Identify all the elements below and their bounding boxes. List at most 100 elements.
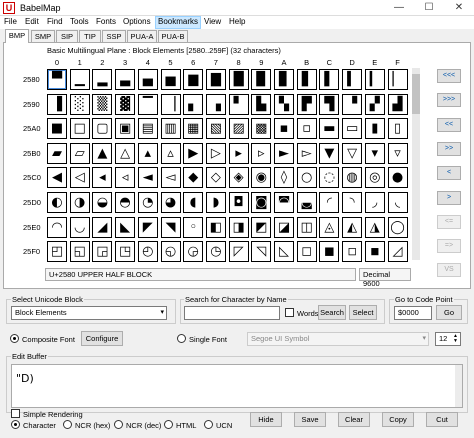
tab-ssp[interactable]: SSP — [102, 30, 126, 42]
font-size-spinner[interactable]: 12 ▲ ▼ — [435, 332, 461, 346]
character-cell[interactable]: ◊ — [274, 167, 294, 189]
character-cell[interactable]: ▬ — [319, 118, 340, 140]
character-cell[interactable]: ▮ — [364, 118, 385, 140]
character-cell[interactable]: ◇ — [205, 167, 226, 189]
character-cell[interactable]: ▜ — [319, 93, 340, 115]
simple-rendering-checkbox[interactable] — [11, 409, 20, 418]
character-cell[interactable]: ◑ — [69, 192, 90, 213]
character-cell[interactable]: ◬ — [319, 216, 340, 238]
character-cell[interactable]: ◰ — [47, 241, 67, 263]
configure-button[interactable]: Configure — [81, 331, 123, 346]
nav-button[interactable]: <= — [437, 214, 461, 229]
character-cell[interactable]: ▸ — [228, 142, 249, 164]
menu-help[interactable]: Help — [227, 17, 247, 26]
character-cell[interactable]: ◤ — [137, 216, 158, 238]
character-cell[interactable]: ▗ — [205, 93, 226, 115]
character-cell[interactable]: ◴ — [137, 241, 158, 263]
character-cell[interactable]: ▁ — [69, 69, 90, 90]
character-cell[interactable]: ◍ — [342, 167, 363, 189]
character-cell[interactable]: ◮ — [364, 216, 385, 238]
character-cell[interactable]: ◒ — [92, 192, 113, 213]
character-cell[interactable]: ▫ — [296, 118, 317, 140]
composite-font-radio[interactable] — [10, 334, 19, 343]
character-cell[interactable]: ▼ — [319, 142, 340, 164]
character-cell[interactable]: ◐ — [47, 192, 67, 213]
character-cell[interactable]: ◉ — [251, 167, 272, 189]
maximize-button[interactable]: ☐ — [414, 0, 444, 16]
character-cell[interactable]: ◞ — [364, 192, 385, 213]
character-cell[interactable]: ● — [387, 167, 408, 189]
output-html-radio[interactable] — [164, 420, 173, 429]
character-cell[interactable]: ▝ — [342, 93, 363, 115]
character-cell[interactable]: ◃ — [115, 167, 136, 189]
character-cell[interactable]: ▪ — [274, 118, 294, 140]
character-cell[interactable]: ▊ — [274, 69, 294, 90]
character-cell[interactable]: ◔ — [137, 192, 158, 213]
character-cell[interactable]: ◢ — [92, 216, 113, 238]
character-cell[interactable]: ◦ — [183, 216, 204, 238]
character-cell[interactable]: ▟ — [387, 93, 408, 115]
character-cell[interactable]: ◶ — [183, 241, 204, 263]
character-cell[interactable]: ▉ — [251, 69, 272, 90]
character-cell[interactable]: ◿ — [387, 241, 408, 263]
character-cell[interactable]: ▶ — [183, 142, 204, 164]
character-cell[interactable]: ◟ — [387, 192, 408, 213]
hide-button[interactable]: Hide — [250, 412, 282, 427]
character-cell[interactable]: ◓ — [115, 192, 136, 213]
character-cell[interactable]: ▕ — [160, 93, 181, 115]
character-cell[interactable]: ▃ — [115, 69, 136, 90]
tab-bmp[interactable]: BMP — [5, 29, 29, 43]
character-cell[interactable]: ■ — [47, 118, 67, 140]
output-character-radio[interactable] — [11, 420, 20, 429]
grid-scroll-thumb[interactable] — [412, 74, 420, 114]
character-cell[interactable]: ▿ — [387, 142, 408, 164]
menu-edit[interactable]: Edit — [23, 17, 41, 26]
menu-bookmarks[interactable]: Bookmarks — [155, 16, 202, 29]
tab-pua-a[interactable]: PUA-A — [127, 30, 157, 42]
nav-button[interactable]: << — [437, 117, 461, 132]
character-cell[interactable]: ◌ — [319, 167, 340, 189]
character-cell[interactable]: ▯ — [387, 118, 408, 140]
character-cell[interactable]: ◽ — [342, 241, 363, 263]
character-cell[interactable]: ▙ — [251, 93, 272, 115]
character-cell[interactable]: ◻ — [296, 241, 317, 263]
menu-fonts[interactable]: Fonts — [94, 17, 118, 26]
character-cell[interactable]: ◼ — [319, 241, 340, 263]
character-cell[interactable]: ◅ — [160, 167, 181, 189]
character-cell[interactable]: ◄ — [137, 167, 158, 189]
code-point-input[interactable]: $0000 — [394, 306, 432, 320]
character-cell[interactable]: █ — [228, 69, 249, 90]
tab-smp[interactable]: SMP — [31, 30, 55, 42]
character-cell[interactable]: ░ — [69, 93, 90, 115]
character-cell[interactable]: ▹ — [251, 142, 272, 164]
character-cell[interactable]: ▩ — [251, 118, 272, 140]
character-cell[interactable]: ▌ — [319, 69, 340, 90]
character-cell[interactable]: ◀ — [47, 167, 67, 189]
character-cell[interactable]: ▓ — [115, 93, 136, 115]
character-cell[interactable]: □ — [69, 118, 90, 140]
character-cell[interactable]: ◈ — [228, 167, 249, 189]
save-button[interactable]: Save — [294, 412, 326, 427]
character-cell[interactable]: ▭ — [342, 118, 363, 140]
nav-button[interactable]: > — [437, 190, 461, 205]
tab-pua-b[interactable]: PUA-B — [158, 30, 188, 42]
character-cell[interactable]: ▤ — [137, 118, 158, 140]
menu-file[interactable]: File — [2, 17, 19, 26]
character-cell[interactable]: ◝ — [342, 192, 363, 213]
character-cell[interactable]: ◗ — [205, 192, 226, 213]
character-cell[interactable]: ▴ — [137, 142, 158, 164]
character-cell[interactable]: ◠ — [47, 216, 67, 238]
character-cell[interactable]: ▚ — [274, 93, 294, 115]
character-cell[interactable]: ◨ — [228, 216, 249, 238]
character-cell[interactable]: ◭ — [342, 216, 363, 238]
copy-button[interactable]: Copy — [382, 412, 414, 427]
character-cell[interactable]: ◜ — [319, 192, 340, 213]
character-cell[interactable]: ▛ — [296, 93, 317, 115]
font-dropdown[interactable]: Segoe UI Symbol ▾ — [247, 332, 429, 346]
character-cell[interactable]: ◱ — [69, 241, 90, 263]
character-cell[interactable]: ◳ — [115, 241, 136, 263]
character-cell[interactable]: ▣ — [115, 118, 136, 140]
character-cell[interactable]: ▞ — [364, 93, 385, 115]
character-cell[interactable]: ◲ — [92, 241, 113, 263]
search-button[interactable]: Search — [318, 305, 346, 320]
